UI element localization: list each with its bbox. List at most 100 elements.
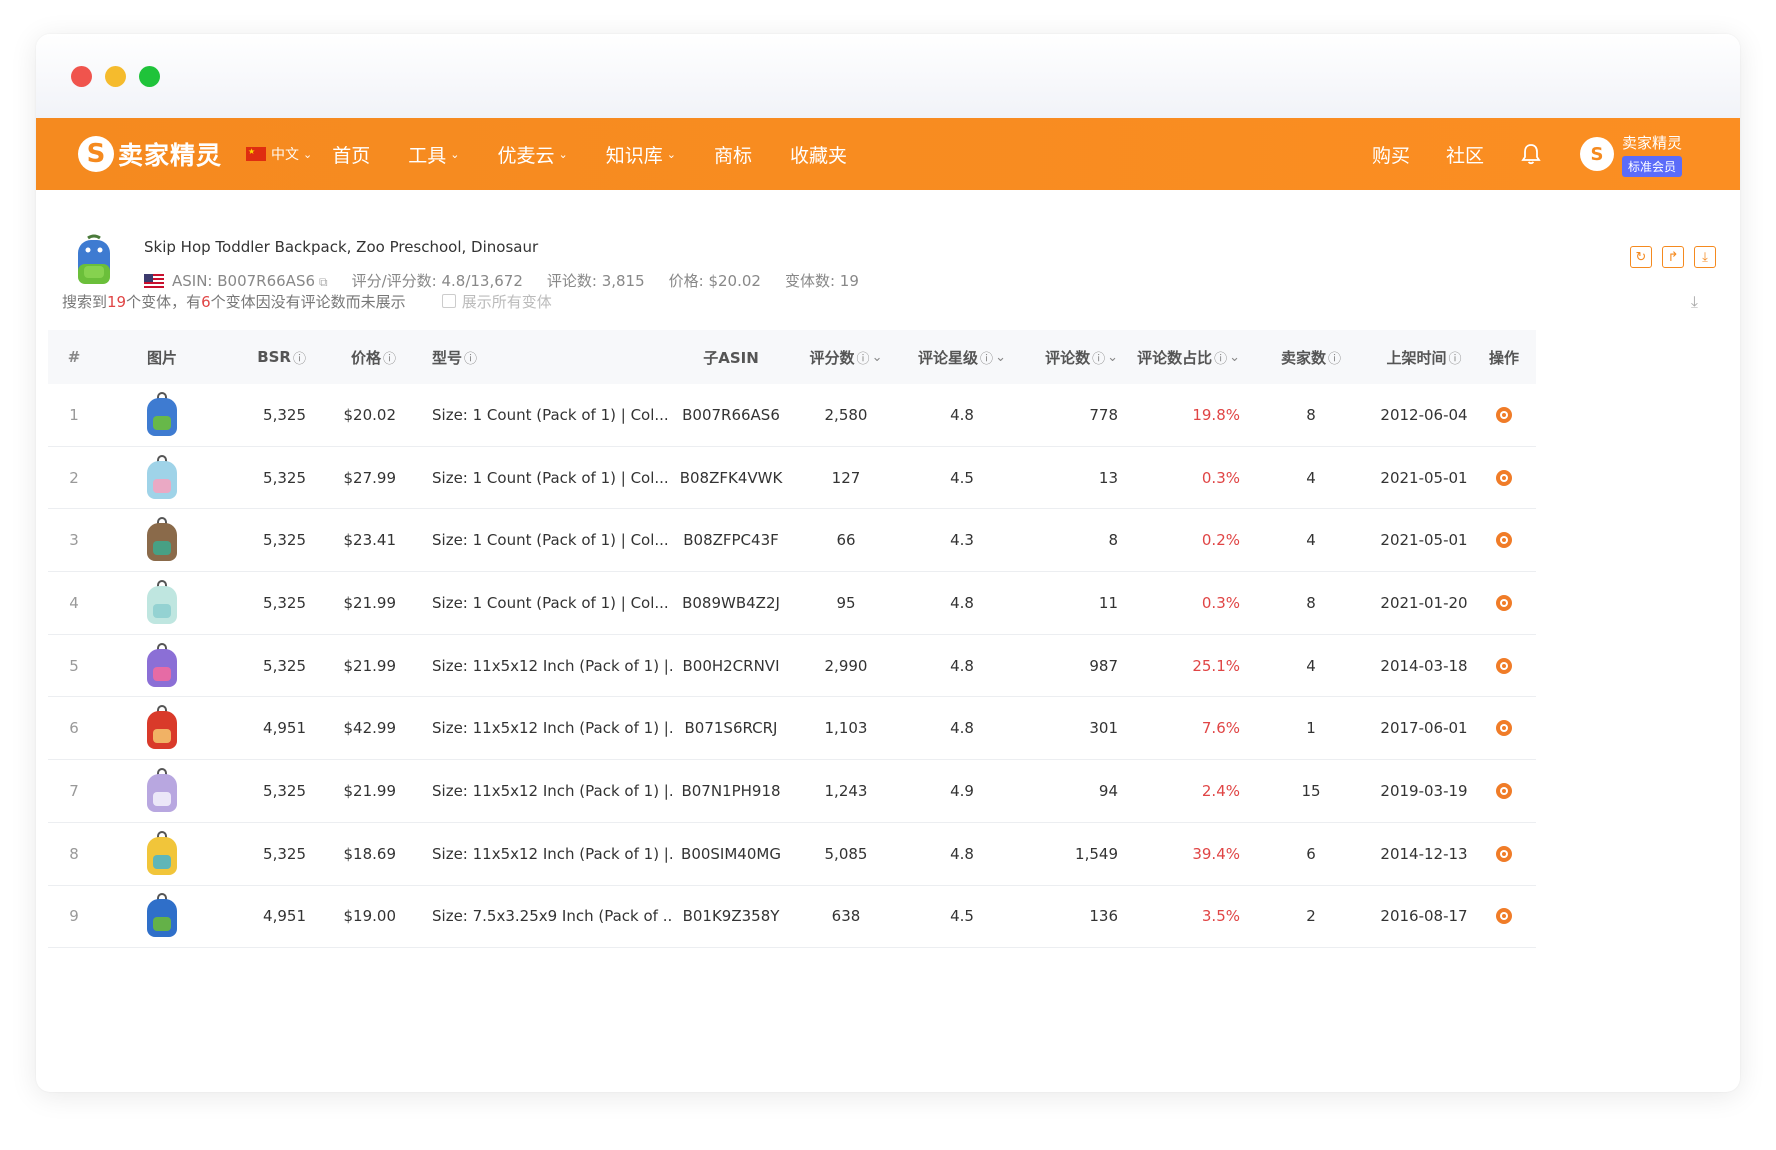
chevron-down-icon: ⌄ xyxy=(450,147,460,161)
table-row[interactable]: 9 4,951 $19.00 Size: 7.5x3.25x9 Inch (Pa… xyxy=(48,886,1536,949)
refresh-icon[interactable]: ↻ xyxy=(1630,246,1652,268)
nav-item-youmaiyun[interactable]: 优麦云 ⌄ xyxy=(497,141,567,168)
minimize-window-button[interactable] xyxy=(105,66,126,87)
col-launch-date[interactable]: 上架时间 ⓘ xyxy=(1376,347,1472,368)
nav-item-buy[interactable]: 购买 xyxy=(1372,141,1410,168)
nav-item-trademark[interactable]: 商标 xyxy=(714,141,752,168)
nav-item-tools[interactable]: 工具 ⌄ xyxy=(408,141,459,168)
table-row[interactable]: 7 5,325 $21.99 Size: 11x5x12 Inch (Pack … xyxy=(48,760,1536,823)
help-icon[interactable]: ⓘ xyxy=(1449,348,1462,367)
download-icon[interactable]: ⤓ xyxy=(1691,292,1698,312)
cell-review-ratio: 0.3% xyxy=(1201,593,1240,612)
cell-child-asin[interactable]: B00H2CRNVI xyxy=(672,657,790,675)
brand-logo[interactable]: S 卖家精灵 xyxy=(78,136,222,172)
sort-icon[interactable]: ⌄ xyxy=(1107,350,1118,365)
col-reviews[interactable]: 评论数 ⓘ ⌄ xyxy=(1022,347,1122,368)
china-flag-icon xyxy=(246,147,267,161)
sort-icon[interactable]: ⌄ xyxy=(995,350,1006,365)
cell-image[interactable] xyxy=(100,391,224,438)
table-row[interactable]: 2 5,325 $27.99 Size: 1 Count (Pack of 1)… xyxy=(48,447,1536,510)
col-bsr[interactable]: BSR ⓘ xyxy=(224,348,324,367)
show-all-checkbox[interactable] xyxy=(441,294,456,308)
help-icon[interactable]: ⓘ xyxy=(1092,348,1105,367)
cell-review-ratio: 2.4% xyxy=(1201,781,1240,800)
cell-image[interactable] xyxy=(100,454,224,501)
member-badge: 标准会员 xyxy=(1621,155,1682,177)
sort-icon[interactable]: ⌄ xyxy=(872,350,883,365)
col-index: # xyxy=(67,348,81,366)
col-stars[interactable]: 评论星级 ⓘ ⌄ xyxy=(902,347,1022,368)
variant-thumbnail xyxy=(143,893,181,939)
nav-item-favorites[interactable]: 收藏夹 xyxy=(790,141,847,168)
cell-child-asin[interactable]: B01K9Z358Y xyxy=(672,907,790,925)
cell-sellers: 4 xyxy=(1306,656,1316,675)
external-link-icon[interactable]: ⧉ xyxy=(319,275,328,289)
cell-image[interactable] xyxy=(100,705,224,751)
help-icon[interactable]: ⓘ xyxy=(293,348,306,367)
analyze-icon[interactable] xyxy=(1496,782,1512,799)
analyze-icon[interactable] xyxy=(1496,406,1512,423)
cell-price: $23.41 xyxy=(343,531,397,550)
analyze-icon[interactable] xyxy=(1496,845,1512,862)
cell-image[interactable] xyxy=(100,579,224,626)
analyze-icon[interactable] xyxy=(1496,720,1512,737)
help-icon[interactable]: ⓘ xyxy=(464,348,477,367)
cell-rating-count: 5,085 xyxy=(824,844,868,863)
nav-item-home[interactable]: 首页 xyxy=(332,141,370,168)
product-asin[interactable]: ASIN: B007R66AS6 ⧉ xyxy=(172,272,328,290)
table-row[interactable]: 3 5,325 $23.41 Size: 1 Count (Pack of 1)… xyxy=(48,509,1536,573)
analyze-icon[interactable] xyxy=(1496,469,1512,486)
avatar[interactable]: S xyxy=(1579,137,1614,171)
cell-index: 4 xyxy=(69,593,79,612)
help-icon[interactable]: ⓘ xyxy=(383,348,396,367)
cell-child-asin[interactable]: B007R66AS6 xyxy=(672,406,790,424)
analyze-icon[interactable] xyxy=(1496,594,1512,611)
share-icon[interactable]: ↱ xyxy=(1662,246,1684,268)
maximize-window-button[interactable] xyxy=(139,66,160,87)
show-all-variants-toggle[interactable]: 展示所有变体 xyxy=(441,291,552,312)
analyze-icon[interactable] xyxy=(1496,532,1512,549)
cell-bsr: 4,951 xyxy=(263,907,306,926)
nav-item-community[interactable]: 社区 xyxy=(1446,141,1484,168)
user-info[interactable]: 卖家精灵 标准会员 xyxy=(1621,132,1682,177)
table-row[interactable]: 4 5,325 $21.99 Size: 1 Count (Pack of 1)… xyxy=(48,572,1536,635)
variant-thumbnail xyxy=(143,391,181,438)
cell-child-asin[interactable]: B08ZFPC43F xyxy=(672,531,790,549)
language-selector[interactable]: 中文 ⌄ xyxy=(246,144,312,164)
help-icon[interactable]: ⓘ xyxy=(857,348,870,367)
cell-image[interactable] xyxy=(100,830,224,877)
col-model[interactable]: 型号 ⓘ xyxy=(410,347,672,368)
table-row[interactable]: 5 5,325 $21.99 Size: 11x5x12 Inch (Pack … xyxy=(48,635,1536,698)
help-icon[interactable]: ⓘ xyxy=(980,348,993,367)
cell-child-asin[interactable]: B089WB4Z2J xyxy=(672,594,790,612)
help-icon[interactable]: ⓘ xyxy=(1214,348,1227,367)
col-review-ratio[interactable]: 评论数占比 ⓘ ⌄ xyxy=(1122,347,1246,368)
table-row[interactable]: 1 5,325 $20.02 Size: 1 Count (Pack of 1)… xyxy=(48,384,1536,447)
col-rating-count[interactable]: 评分数 ⓘ ⌄ xyxy=(790,347,902,368)
col-sellers[interactable]: 卖家数 ⓘ xyxy=(1246,347,1376,368)
cell-child-asin[interactable]: B07N1PH918 xyxy=(672,782,790,800)
analyze-icon[interactable] xyxy=(1496,657,1512,674)
col-price[interactable]: 价格 ⓘ xyxy=(324,347,410,368)
analyze-icon[interactable] xyxy=(1496,908,1512,925)
table-row[interactable]: 6 4,951 $42.99 Size: 11x5x12 Inch (Pack … xyxy=(48,697,1536,761)
cell-child-asin[interactable]: B071S6RCRJ xyxy=(672,719,790,737)
cell-image[interactable] xyxy=(100,642,224,689)
cell-rating-count: 638 xyxy=(831,907,861,926)
cell-image[interactable] xyxy=(100,893,224,939)
cell-review-ratio: 0.2% xyxy=(1201,531,1240,550)
cell-image[interactable] xyxy=(100,517,224,563)
table-row[interactable]: 8 5,325 $18.69 Size: 11x5x12 Inch (Pack … xyxy=(48,823,1536,886)
bell-icon[interactable] xyxy=(1520,143,1542,165)
export-icon[interactable]: ⤓ xyxy=(1694,246,1716,268)
sort-icon[interactable]: ⌄ xyxy=(1229,350,1240,365)
cell-launch-date: 2021-01-20 xyxy=(1380,593,1468,612)
cell-image[interactable] xyxy=(100,767,224,814)
close-window-button[interactable] xyxy=(71,66,92,87)
cell-child-asin[interactable]: B00SIM40MG xyxy=(672,845,790,863)
help-icon[interactable]: ⓘ xyxy=(1328,348,1341,367)
cell-child-asin[interactable]: B08ZFK4VWK xyxy=(672,469,790,487)
cell-stars: 4.5 xyxy=(950,907,974,926)
nav-item-knowledge[interactable]: 知识库 ⌄ xyxy=(606,141,676,168)
cell-reviews: 94 xyxy=(1098,781,1118,800)
